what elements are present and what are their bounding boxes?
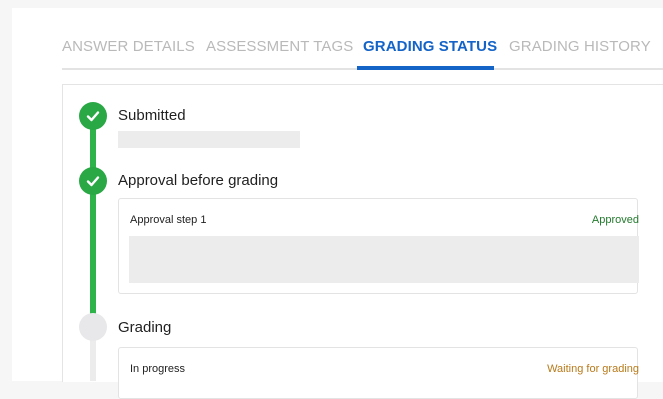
step-approval-title: Approval before grading — [118, 172, 279, 189]
grading-step-card: In progress Waiting for grading — [118, 347, 639, 399]
grading-step-label: In progress — [130, 363, 186, 375]
tab-answer-details[interactable]: ANSWER DETAILS — [62, 38, 195, 55]
step-grading-title: Grading — [118, 319, 172, 336]
tab-grading-status[interactable]: GRADING STATUS — [363, 38, 497, 55]
timeline-connector-complete — [90, 116, 96, 314]
step-grading-status-icon — [79, 313, 107, 341]
grading-status-badge: Waiting for grading — [547, 363, 639, 375]
approval-status-badge: Approved — [591, 214, 639, 226]
step-submitted-title: Submitted — [118, 107, 186, 124]
approval-step-card: Approval step 1 Approved — [118, 198, 639, 294]
submitted-details-placeholder — [118, 131, 300, 148]
check-icon — [86, 176, 100, 187]
tab-assessment-tags[interactable]: ASSESSMENT TAGS — [206, 38, 353, 55]
check-icon — [86, 111, 100, 122]
approval-details-placeholder — [129, 236, 639, 283]
active-tab-indicator — [357, 66, 494, 70]
step-approval-status-icon — [79, 167, 107, 195]
tab-grading-history[interactable]: GRADING HISTORY — [509, 38, 651, 55]
approval-step-label: Approval step 1 — [130, 214, 207, 226]
step-submitted-status-icon — [79, 102, 107, 130]
